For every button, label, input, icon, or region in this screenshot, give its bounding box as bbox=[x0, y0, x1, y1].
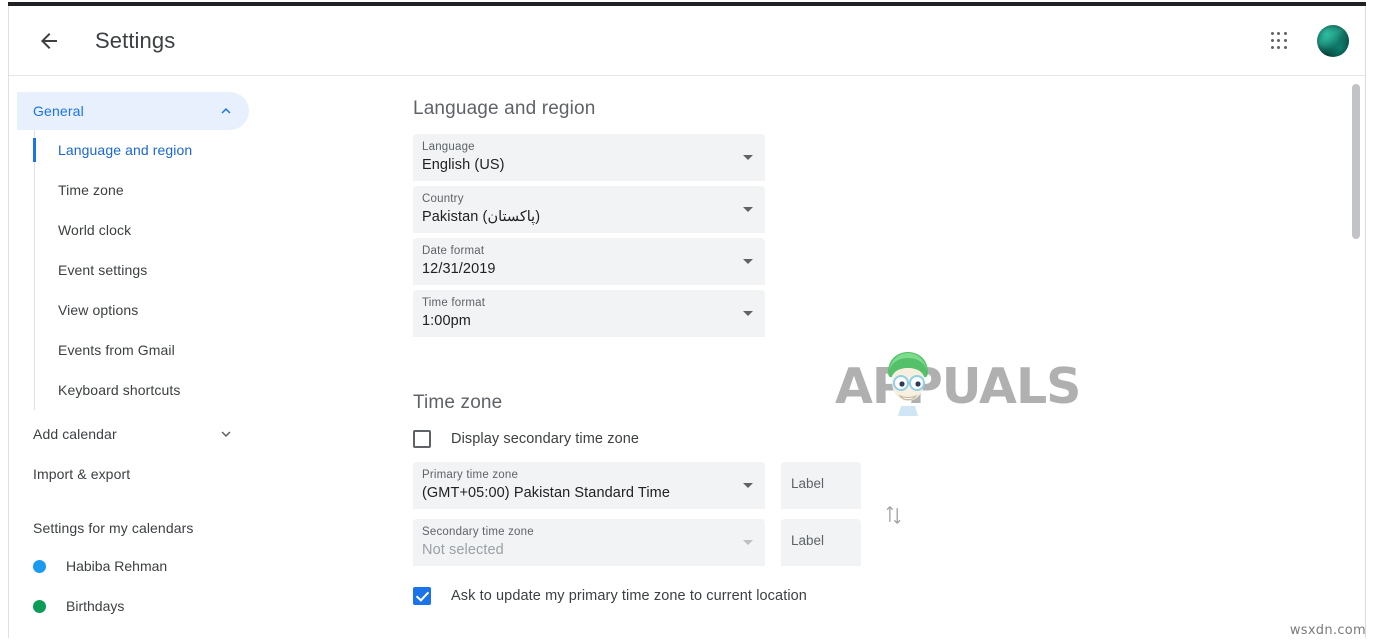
app-frame: Settings General Language and region Tim… bbox=[8, 6, 1366, 638]
calendar-color-dot bbox=[33, 559, 46, 573]
country-select-value: Pakistan (پاکستان) bbox=[422, 209, 541, 225]
primary-timezone-value: (GMT+05:00) Pakistan Standard Time bbox=[422, 485, 670, 501]
sidebar-item-event-settings[interactable]: Event settings bbox=[35, 250, 265, 290]
sidebar-item-world-clock[interactable]: World clock bbox=[35, 210, 265, 250]
chevron-down-icon bbox=[221, 431, 231, 437]
secondary-timezone-value: Not selected bbox=[422, 542, 504, 558]
primary-timezone-label-input[interactable]: Label bbox=[781, 462, 861, 509]
time-format-select-label: Time format bbox=[422, 297, 486, 309]
sidebar-item-view-options[interactable]: View options bbox=[35, 290, 265, 330]
sidebar-item-label: Import & export bbox=[33, 466, 131, 482]
swap-vertical-icon[interactable] bbox=[883, 501, 905, 529]
sidebar-item-label: Events from Gmail bbox=[58, 342, 175, 358]
secondary-timezone-select[interactable]: Secondary time zone Not selected bbox=[413, 519, 765, 566]
sidebar-item-label: Keyboard shortcuts bbox=[58, 382, 181, 398]
display-secondary-timezone-row[interactable]: Display secondary time zone bbox=[413, 430, 1365, 448]
ask-update-timezone-checkbox[interactable] bbox=[413, 587, 431, 605]
calendar-item-habiba-rehman[interactable]: Habiba Rehman bbox=[9, 546, 265, 586]
sidebar-item-label: Language and region bbox=[58, 142, 193, 158]
page-title: Settings bbox=[95, 27, 176, 53]
sidebar-item-language-and-region[interactable]: Language and region bbox=[33, 130, 265, 170]
timezone-fields: Primary time zone (GMT+05:00) Pakistan S… bbox=[413, 462, 1365, 571]
date-format-select[interactable]: Date format 12/31/2019 bbox=[413, 238, 765, 285]
sidebar-item-add-calendar[interactable]: Add calendar bbox=[17, 414, 249, 454]
apps-grid-icon[interactable] bbox=[1259, 21, 1299, 61]
calendar-item-label: Habiba Rehman bbox=[66, 558, 168, 574]
calendar-item-label: Birthdays bbox=[66, 598, 125, 614]
sidebar-group-general[interactable]: General bbox=[17, 92, 249, 130]
time-zone-heading: Time zone bbox=[413, 392, 503, 413]
secondary-timezone-label: Secondary time zone bbox=[422, 526, 534, 538]
country-select-label: Country bbox=[422, 193, 464, 205]
back-button[interactable] bbox=[27, 19, 71, 63]
sidebar-item-keyboard-shortcuts[interactable]: Keyboard shortcuts bbox=[35, 370, 265, 410]
sidebar-group-general-label: General bbox=[33, 103, 84, 119]
settings-sidebar: General Language and region Time zone Wo… bbox=[9, 76, 265, 638]
display-secondary-timezone-checkbox[interactable] bbox=[413, 430, 431, 448]
sidebar-general-sublist: Language and region Time zone World cloc… bbox=[33, 130, 265, 410]
app-body: General Language and region Time zone Wo… bbox=[9, 76, 1365, 638]
avatar[interactable] bbox=[1317, 24, 1349, 57]
chevron-up-icon bbox=[221, 108, 231, 114]
chevron-down-icon bbox=[743, 311, 753, 316]
calendar-item-birthdays[interactable]: Birthdays bbox=[9, 586, 265, 626]
settings-screen: Settings General Language and region Tim… bbox=[0, 0, 1376, 640]
language-select-label: Language bbox=[422, 141, 475, 153]
chevron-down-icon bbox=[743, 540, 753, 545]
primary-timezone-select[interactable]: Primary time zone (GMT+05:00) Pakistan S… bbox=[413, 462, 765, 509]
sidebar-item-import-export[interactable]: Import & export bbox=[17, 454, 249, 494]
date-format-select-value: 12/31/2019 bbox=[422, 261, 496, 277]
arrow-left-icon bbox=[41, 32, 57, 49]
language-select[interactable]: Language English (US) bbox=[413, 134, 765, 181]
language-region-heading: Language and region bbox=[413, 98, 596, 119]
sidebar-item-time-zone[interactable]: Time zone bbox=[35, 170, 265, 210]
sidebar-item-events-from-gmail[interactable]: Events from Gmail bbox=[35, 330, 265, 370]
app-header: Settings bbox=[9, 6, 1365, 76]
chevron-down-icon bbox=[743, 155, 753, 160]
sidebar-item-label: Event settings bbox=[58, 262, 148, 278]
time-format-select[interactable]: Time format 1:00pm bbox=[413, 290, 765, 337]
ask-update-timezone-row[interactable]: Ask to update my primary time zone to cu… bbox=[413, 587, 1365, 605]
calendar-color-dot bbox=[33, 599, 46, 613]
display-secondary-timezone-label: Display secondary time zone bbox=[451, 431, 640, 447]
date-format-select-label: Date format bbox=[422, 245, 485, 257]
settings-content: Language and region Language English (US… bbox=[265, 76, 1365, 638]
secondary-timezone-label-input[interactable]: Label bbox=[781, 519, 861, 566]
sidebar-item-label: Add calendar bbox=[33, 426, 117, 442]
content-scrollbar-thumb[interactable] bbox=[1352, 84, 1360, 239]
chevron-down-icon bbox=[743, 207, 753, 212]
chevron-down-icon bbox=[743, 259, 753, 264]
country-select[interactable]: Country Pakistan (پاکستان) bbox=[413, 186, 765, 233]
sidebar-item-label: View options bbox=[58, 302, 139, 318]
chevron-down-icon bbox=[743, 483, 753, 488]
ask-update-timezone-label: Ask to update my primary time zone to cu… bbox=[451, 588, 807, 604]
sidebar-item-label: World clock bbox=[58, 222, 132, 238]
language-select-value: English (US) bbox=[422, 157, 505, 173]
content-inner: Language and region Language English (US… bbox=[265, 98, 1365, 605]
sidebar-item-label: Time zone bbox=[58, 182, 124, 198]
time-format-select-value: 1:00pm bbox=[422, 313, 471, 329]
my-calendars-heading: Settings for my calendars bbox=[33, 520, 194, 536]
content-scrollbar[interactable] bbox=[1349, 76, 1363, 638]
primary-timezone-label: Primary time zone bbox=[422, 469, 519, 481]
